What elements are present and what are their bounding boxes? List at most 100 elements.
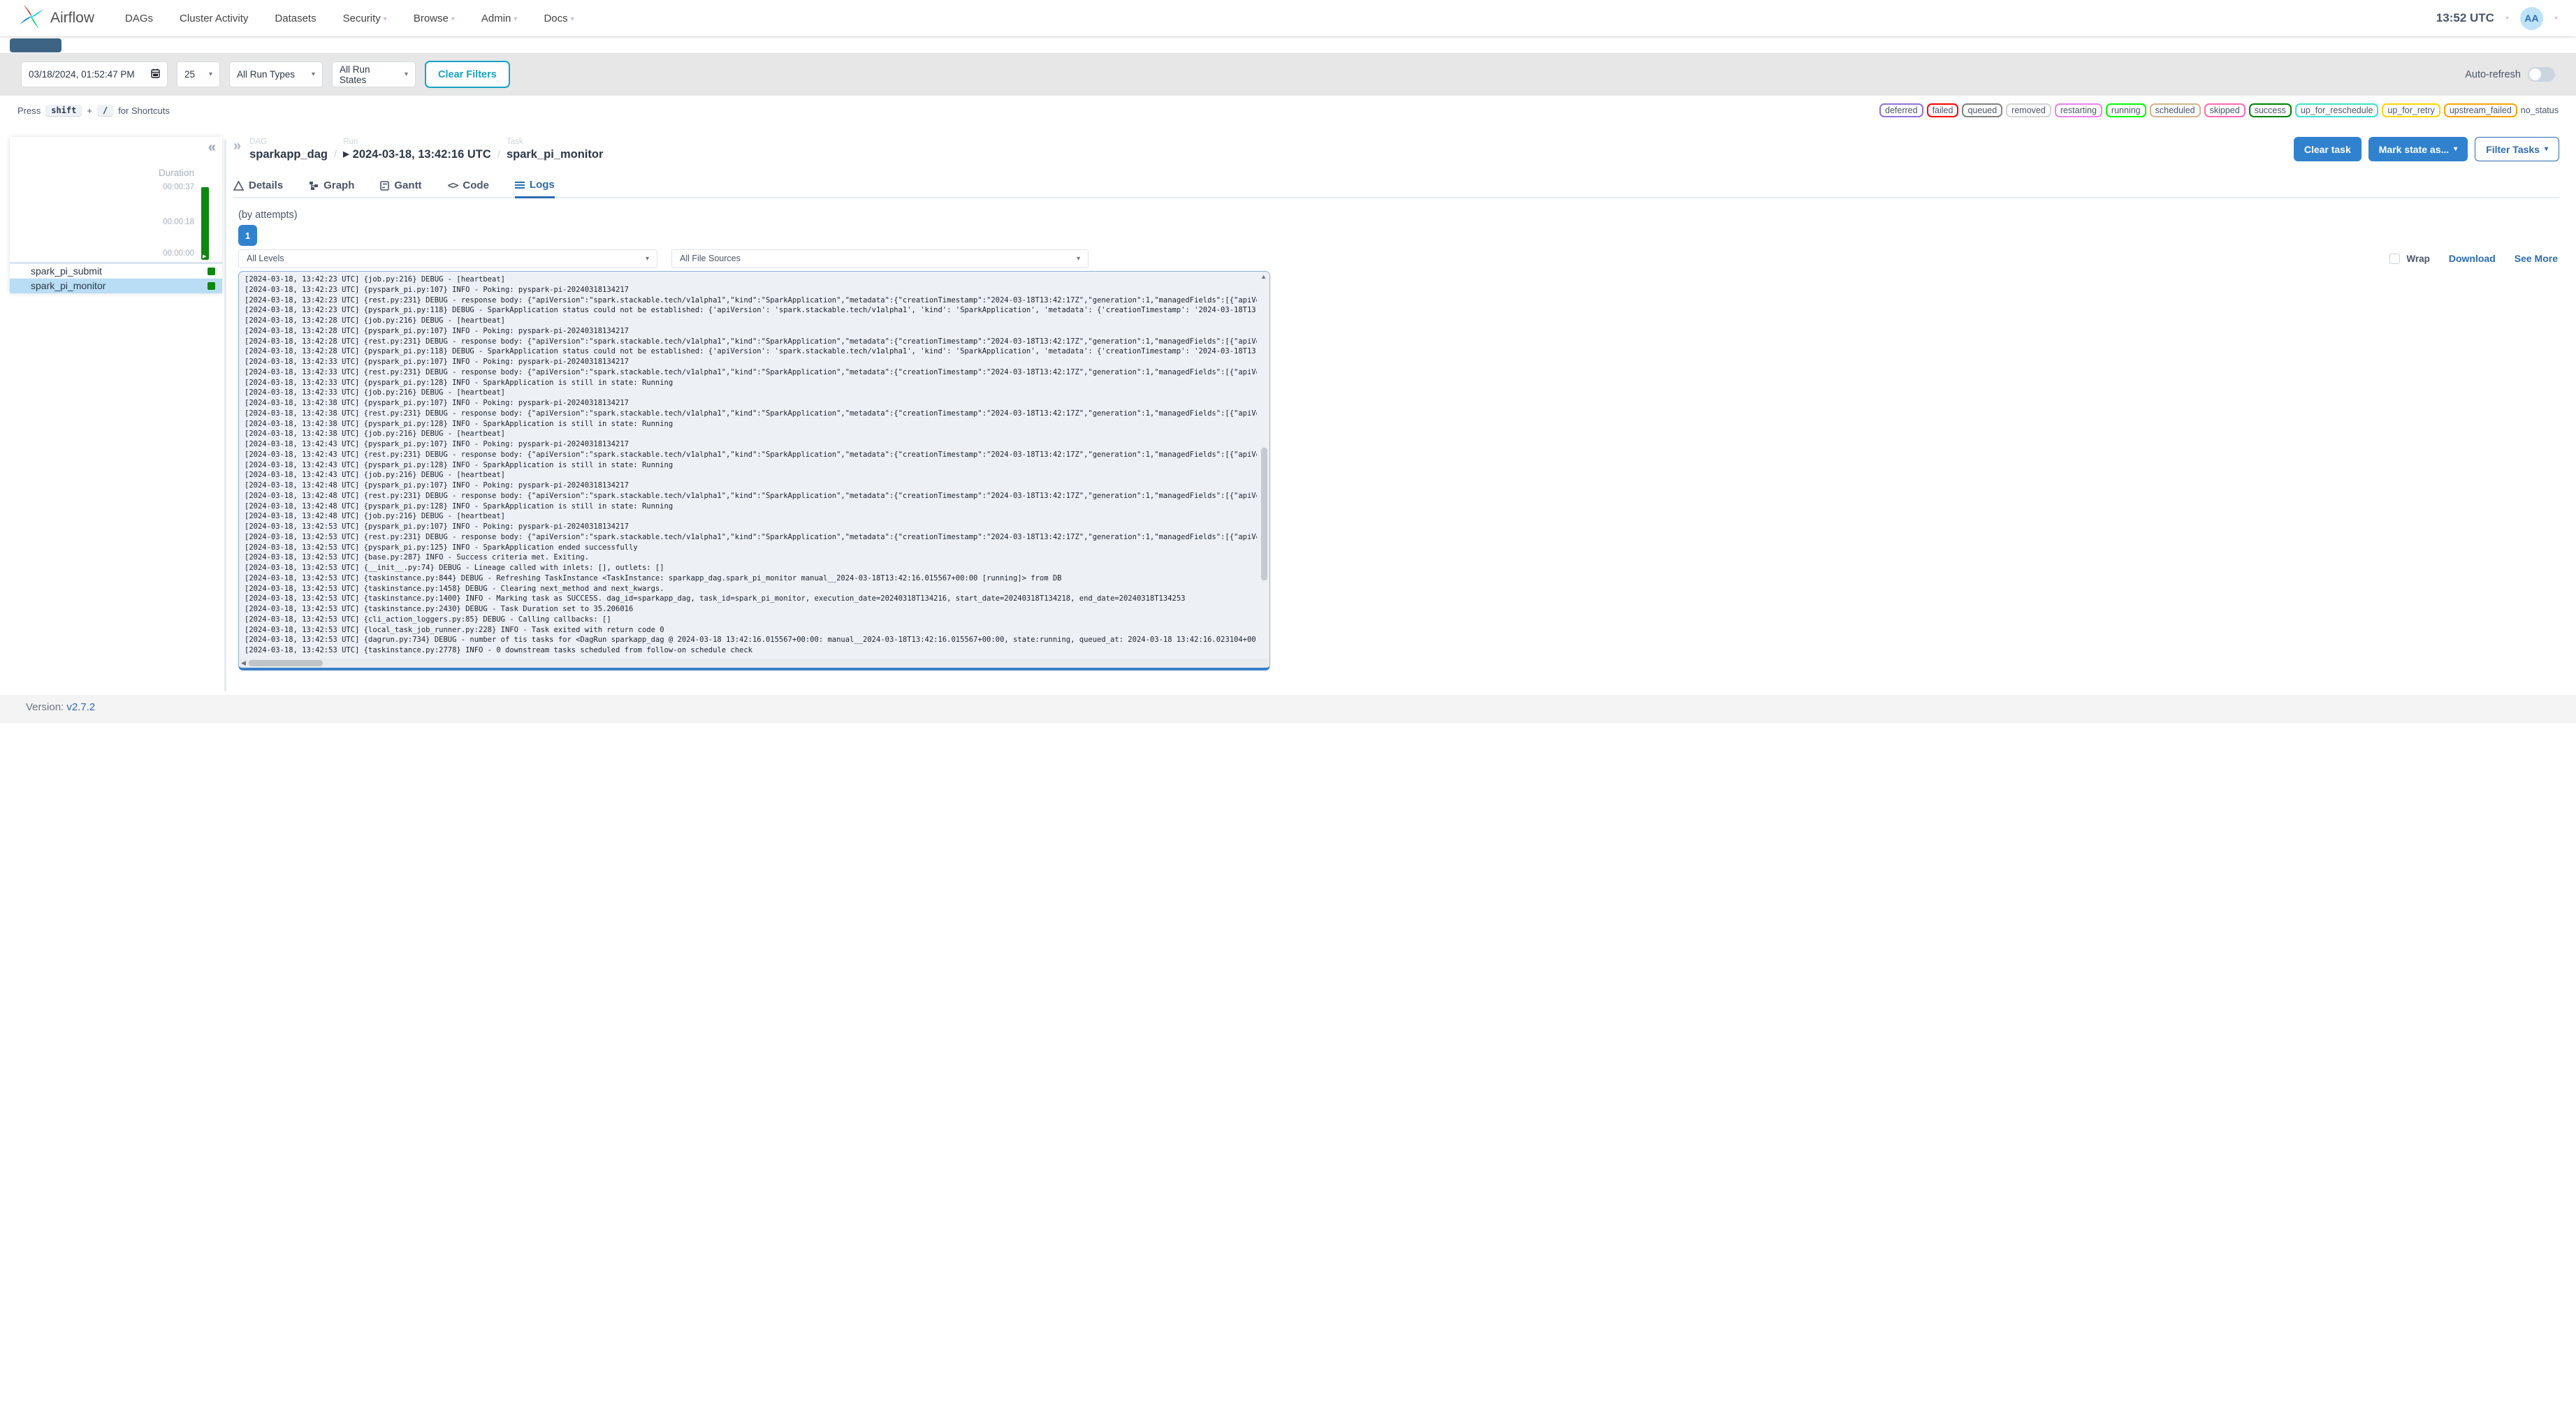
- run-types-select[interactable]: All Run Types ▾: [229, 61, 323, 87]
- version-link[interactable]: v2.7.2: [66, 701, 95, 713]
- nav-menu-item[interactable]: Docs ▾: [544, 13, 574, 24]
- scroll-left-icon[interactable]: ◀: [241, 659, 246, 667]
- log-line: [2024-03-18, 13:42:53 UTC] {taskinstance…: [245, 646, 752, 654]
- log-line: [2024-03-18, 13:42:53 UTC] {__init__.py:…: [245, 564, 664, 572]
- tab-details[interactable]: Details: [233, 179, 283, 197]
- page-size-select[interactable]: 25 ▾: [177, 61, 220, 87]
- log-content: [2024-03-18, 13:42:23 UTC] {job.py:216} …: [245, 274, 1257, 657]
- state-badge[interactable]: removed: [2006, 103, 2051, 117]
- chevron-down-icon: ▾: [570, 15, 574, 23]
- nav-menu-item[interactable]: DAGs ▾: [125, 13, 153, 24]
- graph-icon: [309, 181, 319, 191]
- log-levels-select[interactable]: All Levels ▾: [238, 249, 657, 268]
- horizontal-scrollbar-track[interactable]: [240, 659, 1269, 668]
- airflow-logo[interactable]: Airflow: [18, 3, 94, 34]
- state-legend: deferred failed queued removed restartin…: [1879, 103, 2517, 117]
- log-line: [2024-03-18, 13:42:53 UTC] {pyspark_pi.p…: [245, 522, 629, 531]
- state-badge[interactable]: restarting: [2054, 103, 2102, 117]
- tab-code[interactable]: <> Code: [448, 179, 489, 197]
- task-name: spark_pi_submit: [31, 265, 102, 277]
- nav-menu-item[interactable]: Browse ▾: [414, 13, 455, 24]
- log-line: [2024-03-18, 13:42:53 UTC] {taskinstance…: [245, 573, 1062, 582]
- slash-key: /: [96, 105, 114, 116]
- panel-divider[interactable]: [224, 140, 226, 691]
- horizontal-scrollbar-thumb[interactable]: [249, 660, 323, 666]
- chevron-down-icon: ▾: [311, 71, 315, 78]
- run-play-icon: ▶: [343, 150, 349, 159]
- legend-row: Press shift + / for Shortcuts deferred f…: [0, 102, 2576, 119]
- log-line: [2024-03-18, 13:42:38 UTC] {rest.py:231}…: [245, 409, 1257, 418]
- gantt-icon: [380, 180, 390, 191]
- log-line: [2024-03-18, 13:42:43 UTC] {pyspark_pi.p…: [245, 460, 674, 469]
- warning-triangle-icon: [233, 180, 244, 191]
- clear-task-button[interactable]: Clear task: [2293, 137, 2362, 161]
- duration-axis-label: Duration: [158, 168, 194, 178]
- wrap-checkbox[interactable]: [2389, 253, 2401, 264]
- page-footer: Version: v2.7.2: [0, 695, 2576, 723]
- log-line: [2024-03-18, 13:42:53 UTC] {dagrun.py:73…: [245, 636, 1257, 645]
- download-link[interactable]: Download: [2449, 253, 2496, 264]
- calendar-icon[interactable]: [151, 68, 160, 80]
- no-status-label[interactable]: no_status: [2521, 105, 2559, 115]
- nav-menu-item[interactable]: Cluster Activity ▾: [180, 13, 248, 24]
- by-attempts-label: (by attempts): [238, 210, 298, 221]
- duration-tick: 00:00:37: [163, 183, 194, 191]
- nav-menu-item[interactable]: Datasets ▾: [275, 13, 316, 24]
- task-name: spark_pi_monitor: [31, 280, 106, 291]
- state-badge[interactable]: scheduled: [2149, 103, 2201, 117]
- task-success-square[interactable]: [208, 267, 215, 275]
- state-badge[interactable]: upstream_failed: [2443, 103, 2517, 117]
- vertical-scrollbar-thumb[interactable]: [1261, 448, 1267, 580]
- nav-menu-item[interactable]: Admin ▾: [481, 13, 518, 24]
- filter-tasks-button[interactable]: Filter Tasks ▾: [2475, 137, 2559, 161]
- log-line: [2024-03-18, 13:42:53 UTC] {local_task_j…: [245, 625, 664, 634]
- partially-scrolled-button[interactable]: [10, 38, 61, 52]
- expand-panel-icon[interactable]: »: [233, 138, 241, 154]
- tab-graph[interactable]: Graph: [309, 179, 354, 197]
- log-line: [2024-03-18, 13:42:43 UTC] {rest.py:231}…: [245, 450, 1257, 459]
- clock-utc[interactable]: 13:52 UTC: [2436, 11, 2494, 25]
- attempt-1-button[interactable]: 1: [238, 225, 257, 246]
- state-badge[interactable]: up_for_reschedule: [2294, 103, 2379, 117]
- state-badge[interactable]: up_for_retry: [2382, 103, 2440, 117]
- state-badge[interactable]: success: [2248, 103, 2292, 117]
- state-badge[interactable]: running: [2105, 103, 2146, 117]
- log-viewer[interactable]: [2024-03-18, 13:42:23 UTC] {job.py:216} …: [238, 271, 1270, 670]
- duration-bar[interactable]: ▶: [201, 187, 209, 260]
- breadcrumb-task[interactable]: Task spark_pi_monitor: [507, 137, 603, 162]
- breadcrumb-run[interactable]: Run ▶ 2024-03-18, 13:42:16 UTC: [343, 137, 491, 162]
- run-filter-bar: 03/18/2024, 01:52:47 PM 25 ▾ All Run Typ…: [0, 53, 2576, 96]
- airflow-pinwheel-icon: [18, 3, 45, 34]
- clock-chevron-down-icon[interactable]: ▾: [2505, 15, 2509, 22]
- file-sources-select[interactable]: All File Sources ▾: [671, 249, 1089, 268]
- log-line: [2024-03-18, 13:42:23 UTC] {pyspark_pi.p…: [245, 285, 629, 294]
- user-avatar[interactable]: AA: [2519, 6, 2543, 30]
- nav-menu-item[interactable]: Security ▾: [343, 13, 387, 24]
- tab-gantt[interactable]: Gantt: [380, 179, 422, 197]
- tab-logs[interactable]: Logs: [514, 179, 555, 198]
- mark-state-button[interactable]: Mark state as... ▾: [2368, 137, 2468, 161]
- breadcrumb-dag[interactable]: DAG sparkapp_dag: [249, 137, 328, 162]
- run-states-select[interactable]: All Run States ▾: [332, 61, 416, 87]
- log-line: [2024-03-18, 13:42:53 UTC] {taskinstance…: [245, 594, 1186, 603]
- log-line: [2024-03-18, 13:42:53 UTC] {base.py:287}…: [245, 553, 590, 562]
- task-row[interactable]: spark_pi_monitor: [10, 279, 222, 293]
- clear-filters-button[interactable]: Clear Filters: [425, 61, 510, 88]
- base-date-input[interactable]: 03/18/2024, 01:52:47 PM: [21, 61, 168, 87]
- collapse-sidebar-icon[interactable]: «: [208, 140, 216, 156]
- state-badge[interactable]: queued: [1962, 103, 2003, 117]
- state-badge[interactable]: skipped: [2204, 103, 2246, 117]
- scroll-up-icon[interactable]: ▲: [1260, 273, 1267, 280]
- state-badge[interactable]: failed: [1926, 103, 1959, 117]
- see-more-link[interactable]: See More: [2515, 253, 2558, 264]
- user-chevron-down-icon[interactable]: ▾: [2554, 15, 2558, 22]
- state-badge[interactable]: deferred: [1879, 103, 1923, 117]
- log-line: [2024-03-18, 13:42:28 UTC] {rest.py:231}…: [245, 337, 1257, 346]
- task-success-square[interactable]: [208, 282, 215, 290]
- log-line: [2024-03-18, 13:42:38 UTC] {pyspark_pi.p…: [245, 419, 674, 428]
- log-controls: All Levels ▾ All File Sources ▾ Wrap Dow…: [238, 249, 2558, 268]
- log-line: [2024-03-18, 13:42:38 UTC] {pyspark_pi.p…: [245, 399, 629, 407]
- chevron-down-icon: ▾: [1076, 254, 1080, 263]
- task-row[interactable]: spark_pi_submit: [10, 264, 222, 279]
- auto-refresh-toggle[interactable]: [2528, 67, 2555, 82]
